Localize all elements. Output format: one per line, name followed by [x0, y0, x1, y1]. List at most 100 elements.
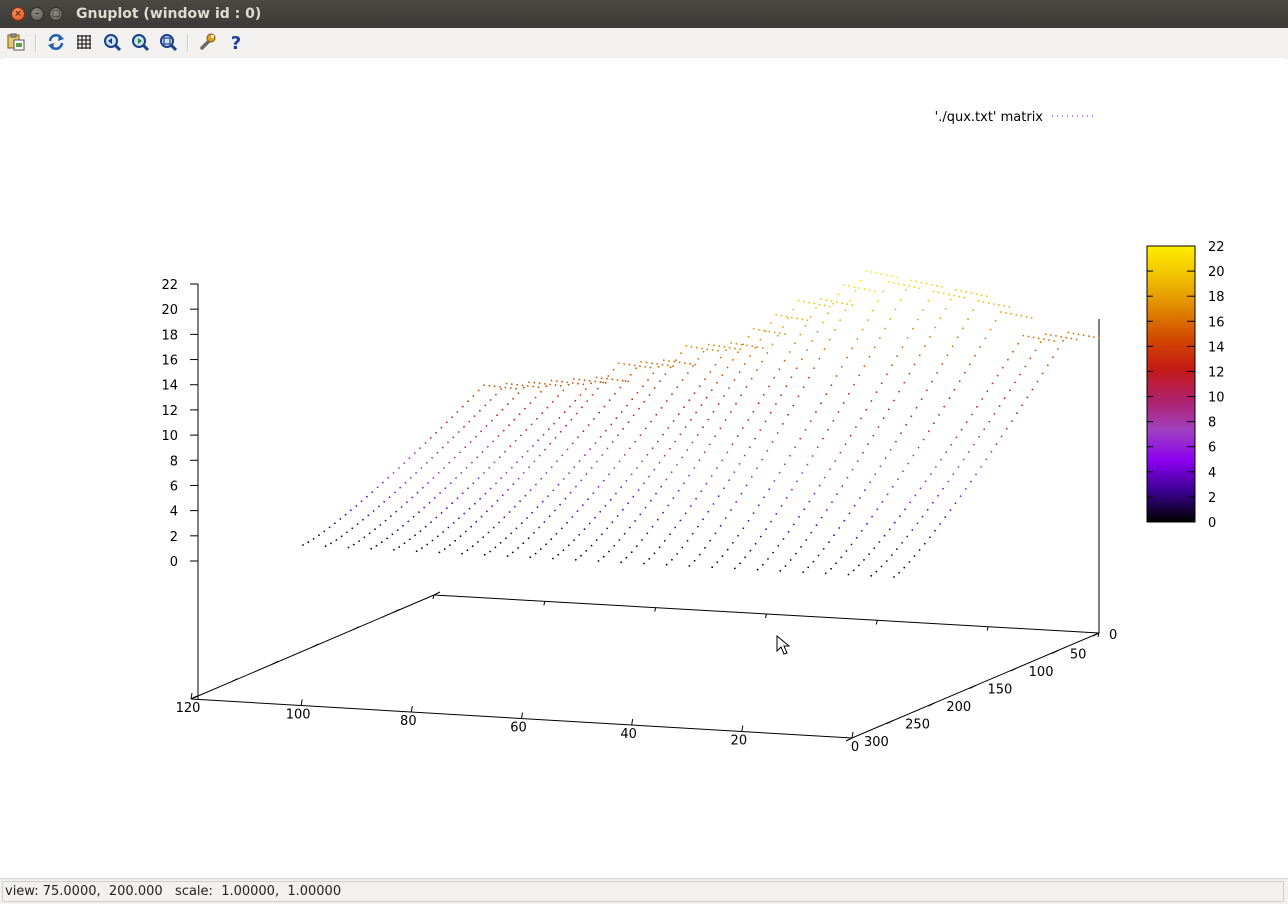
surface-point [561, 454, 564, 457]
y-tick-label: 50 [1070, 648, 1087, 663]
y-tick-label: 200 [946, 700, 971, 715]
surface-plot: 0246810121416182022120 100 80 60 40 20 0050100… [161, 110, 1225, 755]
surface-point [584, 454, 586, 457]
close-button[interactable]: × [11, 7, 25, 21]
surface-point [808, 376, 810, 379]
surface-point [636, 545, 638, 548]
surface-point [677, 413, 680, 416]
surface-point [834, 460, 837, 462]
surface-point [771, 343, 774, 346]
surface-point [754, 437, 756, 440]
surface-point [1036, 380, 1039, 383]
surface-point [551, 401, 554, 403]
surface-point [362, 518, 364, 521]
help-button[interactable]: ? [225, 31, 247, 53]
surface-point [901, 346, 904, 348]
z-tick-label: 2 [170, 530, 178, 545]
surface-point [1025, 316, 1028, 318]
surface-point [939, 317, 942, 320]
surface-point [851, 347, 854, 350]
surface-point [808, 301, 810, 304]
maximize-button[interactable]: □ [49, 7, 63, 21]
surface-point [590, 382, 592, 385]
surface-point [686, 372, 689, 374]
surface-point [829, 468, 831, 471]
surface-point [875, 272, 878, 274]
surface-point [938, 414, 940, 416]
surface-point [628, 363, 631, 366]
surface-point [561, 380, 563, 383]
surface-point [585, 550, 588, 552]
surface-point [929, 536, 931, 539]
surface-point [497, 435, 500, 437]
surface-point [858, 374, 861, 377]
surface-point [901, 542, 903, 544]
surface-point [662, 359, 665, 362]
surface-point [825, 393, 828, 396]
surface-point [513, 418, 516, 421]
surface-point [726, 451, 729, 454]
surface-point [648, 394, 651, 396]
surface-point [789, 559, 792, 561]
surface-point [964, 488, 967, 490]
surface-point [486, 445, 489, 448]
surface-point [370, 547, 373, 550]
zoom-next-button[interactable] [129, 31, 151, 53]
surface-point [1019, 373, 1021, 376]
surface-point [623, 363, 625, 365]
surface-point [676, 464, 678, 466]
surface-point [516, 461, 518, 464]
surface-point [759, 338, 762, 341]
surface-point [570, 418, 573, 421]
status-bar: view: 75.0000, 200.000 scale: 1.00000, 1… [0, 878, 1288, 904]
zoom-previous-button[interactable] [101, 31, 123, 53]
surface-point [761, 458, 763, 461]
surface-point [712, 503, 715, 505]
surface-point [777, 545, 780, 547]
colorbox-tick-label: 22 [1208, 240, 1225, 255]
surface-point [791, 488, 793, 491]
surface-point [890, 554, 893, 556]
surface-point [812, 560, 815, 563]
surface-point [663, 540, 666, 542]
surface-point [976, 405, 978, 408]
options-button[interactable] [196, 31, 218, 53]
surface-point [510, 532, 513, 535]
surface-point [911, 327, 914, 330]
surface-point [816, 330, 819, 333]
surface-point [910, 415, 913, 418]
surface-point [986, 390, 989, 393]
copy-to-clipboard-button[interactable] [5, 31, 27, 53]
surface-point [742, 427, 744, 429]
surface-point [787, 530, 790, 533]
surface-point [619, 386, 622, 389]
surface-point [492, 440, 494, 443]
autoscale-button[interactable] [157, 31, 179, 53]
surface-point [499, 542, 502, 544]
surface-point [480, 515, 483, 518]
y-tick-left [393, 608, 400, 613]
surface-point [601, 454, 604, 456]
surface-point [590, 544, 593, 547]
surface-point [937, 291, 940, 294]
grid-button[interactable] [73, 31, 95, 53]
minimize-button[interactable]: – [30, 7, 44, 21]
surface-point [724, 419, 727, 421]
surface-point [1093, 336, 1095, 338]
surface-point [719, 524, 722, 527]
surface-point [533, 532, 535, 534]
z-tick-label: 8 [170, 454, 178, 469]
surface-point [871, 515, 873, 518]
replot-button[interactable] [45, 31, 67, 53]
surface-point [761, 563, 764, 566]
surface-point [818, 357, 821, 360]
surface-point [562, 478, 565, 480]
surface-point [459, 535, 462, 538]
plot-area[interactable]: 0 2 4 6 8 10 12 14 16 18 20 22 120 100 80 60 40 20 0 0 50 100… [1, 58, 1287, 878]
surface-point [878, 541, 881, 543]
surface-point [683, 406, 685, 409]
surface-point [524, 407, 526, 410]
surface-point [998, 304, 1000, 306]
surface-point [606, 447, 609, 450]
surface-point [629, 526, 631, 529]
